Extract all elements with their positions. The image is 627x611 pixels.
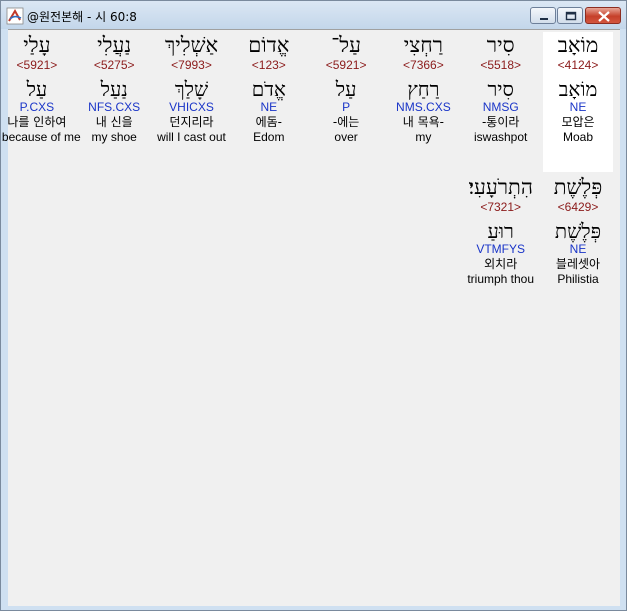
hebrew-word: עָלַי <box>23 33 51 57</box>
strong-number[interactable]: <7993> <box>157 58 227 72</box>
english-gloss: triumph thou <box>467 272 535 286</box>
minimize-button[interactable] <box>530 7 556 24</box>
window-title: @원전본해 - 시 60:8 <box>27 10 137 24</box>
word-column[interactable]: מוֹאָב <4124> מוֹאָב NE 모압은 Moab <box>543 32 613 172</box>
hebrew-word: הִתְרֹעָעִי׃ <box>468 175 533 199</box>
morphology-code[interactable]: NE <box>543 242 613 256</box>
lexical-form: נַעַל <box>100 77 128 101</box>
morphology-code[interactable]: VHICXS <box>157 100 227 114</box>
korean-gloss: 내 신을 <box>95 115 133 129</box>
strong-number[interactable]: <6429> <box>543 200 613 214</box>
morphology-code[interactable]: NE <box>234 100 304 114</box>
morphology-code[interactable]: NMSG <box>466 100 536 114</box>
korean-gloss: 외치라 <box>484 257 518 271</box>
english-gloss: over <box>334 130 358 144</box>
morphology-code[interactable]: VTMFYS <box>466 242 536 256</box>
morphology-code[interactable]: NMS.CXS <box>388 100 458 114</box>
morphology-code[interactable]: NE <box>543 100 613 114</box>
hebrew-word: עַל־ <box>331 33 361 57</box>
close-icon <box>598 11 610 22</box>
strong-number[interactable]: <7321> <box>466 200 536 214</box>
korean-gloss: 내 목욕- <box>402 115 445 129</box>
word-column[interactable]: סִיר <5518> סִיר NMSG -통이라 iswashpot <box>466 32 536 172</box>
strong-number[interactable]: <7366> <box>388 58 458 72</box>
english-gloss: Edom <box>253 130 285 144</box>
english-gloss: iswashpot <box>474 130 528 144</box>
english-gloss: Moab <box>562 130 594 144</box>
lexical-form: אֱדֹם <box>251 77 286 101</box>
lexical-form: רַחַץ <box>407 77 440 101</box>
hebrew-word: סִיר <box>486 33 515 57</box>
lexical-form: פְּלֶשֶׁת <box>554 219 602 243</box>
lexical-form: שָׁלַךְ <box>174 77 209 101</box>
lexical-form: מוֹאָב <box>558 77 598 101</box>
morphology-code[interactable]: NFS.CXS <box>79 100 149 114</box>
lexical-form: עַל <box>26 77 48 101</box>
morphology-code[interactable]: P <box>311 100 381 114</box>
maximize-icon <box>565 11 577 21</box>
hebrew-word: מוֹאָב <box>557 33 599 57</box>
korean-gloss: 에돔- <box>255 115 282 129</box>
strong-number[interactable]: <5921> <box>311 58 381 72</box>
maximize-button[interactable] <box>557 7 583 24</box>
hebrew-word: רַחְצִי <box>403 33 444 57</box>
english-gloss: because of me <box>1 130 81 144</box>
strong-number[interactable]: <123> <box>234 58 304 72</box>
lexical-form: עַל <box>335 77 357 101</box>
close-button[interactable] <box>585 7 621 24</box>
hebrew-word: אַשְׁלִיךְ <box>164 33 219 57</box>
strong-number[interactable]: <5518> <box>466 58 536 72</box>
minimize-icon <box>540 18 548 20</box>
korean-gloss: 모압은 <box>561 115 595 129</box>
korean-gloss: -에는 <box>332 115 360 129</box>
word-column[interactable]: עָלַי <5921> עַל P.CXS 나를 인하여 because of… <box>1 32 81 172</box>
word-column[interactable]: אֱדוֹם <123> אֱדֹם NE 에돔- Edom <box>234 32 304 172</box>
word-column[interactable]: פְּלֶשֶׁת <6429> פְּלֶשֶׁת NE 블레셋아 Phili… <box>543 174 613 286</box>
english-gloss: my shoe <box>91 130 137 144</box>
word-column[interactable]: רַחְצִי <7366> רַחַץ NMS.CXS 내 목욕- my <box>388 32 458 172</box>
english-gloss: will I cast out <box>157 130 226 144</box>
verse-analysis-panel: מוֹאָב <4124> מוֹאָב NE 모압은 Moab סִיר <5… <box>2 29 620 606</box>
word-column[interactable]: נַעֲלִי <5275> נַעַל NFS.CXS 내 신을 my sho… <box>79 32 149 172</box>
word-column[interactable]: אַשְׁלִיךְ <7993> שָׁלַךְ VHICXS 던지리라 wi… <box>157 32 227 172</box>
strong-number[interactable]: <5275> <box>79 58 149 72</box>
korean-gloss: 블레셋아 <box>555 257 601 271</box>
hebrew-word: נַעֲלִי <box>97 33 132 57</box>
english-gloss: my <box>415 130 432 144</box>
korean-gloss: 던지리라 <box>169 115 214 129</box>
app-window: @원전본해 - 시 60:8 מוֹאָב <4124> מוֹאָב NE 모… <box>0 0 627 611</box>
title-bar[interactable]: @원전본해 - 시 60:8 <box>1 1 626 29</box>
lexical-form: סִיר <box>487 77 514 101</box>
strong-number[interactable]: <4124> <box>543 58 613 72</box>
korean-gloss: 나를 인하여 <box>7 115 67 129</box>
word-column[interactable]: הִתְרֹעָעִי׃ <7321> רוּעַ VTMFYS 외치라 tri… <box>466 174 536 286</box>
word-column[interactable]: עַל־ <5921> עַל P -에는 over <box>311 32 381 172</box>
korean-gloss: -통이라 <box>481 115 520 129</box>
app-logo-icon <box>6 7 24 25</box>
lexical-form: רוּעַ <box>487 219 514 243</box>
hebrew-word: אֱדוֹם <box>248 33 290 57</box>
english-gloss: Philistia <box>557 272 599 286</box>
hebrew-word: פְּלֶשֶׁת <box>553 175 603 199</box>
strong-number[interactable]: <5921> <box>2 58 72 72</box>
morphology-code[interactable]: P.CXS <box>2 100 72 114</box>
